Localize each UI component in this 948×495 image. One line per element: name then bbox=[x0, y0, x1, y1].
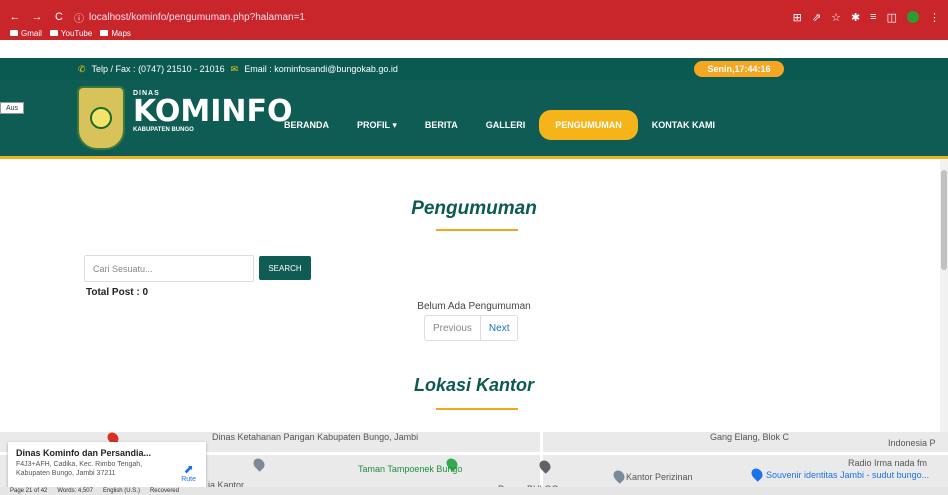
status-bar: Page 21 of 42 Words: 4,507 English (U.S.… bbox=[0, 487, 948, 495]
forward-icon[interactable]: → bbox=[30, 10, 44, 24]
nav-kontak[interactable]: KONTAK KAMI bbox=[638, 114, 729, 136]
extensions-icon[interactable]: ✱ bbox=[851, 11, 860, 24]
page-title: Pengumuman bbox=[411, 198, 537, 219]
map-label: Souvenir identitas Jambi - sudut bungo..… bbox=[766, 470, 930, 480]
reload-icon[interactable]: C bbox=[52, 10, 66, 24]
location-underline bbox=[436, 408, 518, 410]
maps-icon bbox=[100, 30, 109, 36]
search-input[interactable]: Cari Sesuatu... bbox=[84, 255, 254, 282]
empty-message: Belum Ada Pengumuman bbox=[417, 301, 531, 312]
status-page: Page 21 of 42 bbox=[10, 488, 48, 494]
site-header: Aus DINAS KOMINFO KABUPATEN BUNGO BERAND… bbox=[0, 80, 948, 159]
map-label: Radio Irma nada fm bbox=[848, 458, 928, 468]
nav-beranda[interactable]: BERANDA bbox=[270, 114, 343, 136]
logo-crest[interactable] bbox=[77, 86, 125, 150]
browser-toolbar: ← → C ⓘ localhost/kominfo/pengumuman.php… bbox=[0, 8, 948, 26]
reading-list-icon[interactable]: ≡ bbox=[870, 11, 876, 23]
bookmark-star-icon[interactable]: ☆ bbox=[831, 11, 841, 24]
map-label: Dinas Ketahanan Pangan Kabupaten Bungo, … bbox=[212, 432, 419, 442]
map-label: Taman Tampoenek Bungo bbox=[358, 464, 463, 474]
side-tab[interactable]: Aus bbox=[0, 102, 24, 114]
email-icon: ✉ bbox=[230, 63, 239, 74]
bookmark-maps[interactable]: Maps bbox=[100, 29, 131, 38]
address-bar[interactable]: ⓘ localhost/kominfo/pengumuman.php?halam… bbox=[74, 8, 764, 26]
map-label: Indonesia P bbox=[888, 438, 936, 448]
route-label: Rute bbox=[181, 476, 196, 483]
nav-profil[interactable]: PROFIL ▾ bbox=[343, 114, 411, 136]
translate-icon[interactable]: ⊞ bbox=[793, 11, 802, 24]
map-pin-icon[interactable] bbox=[251, 456, 267, 472]
map-label: Kantor Perizinan bbox=[626, 472, 693, 482]
location-title: Lokasi Kantor bbox=[413, 375, 535, 395]
next-button[interactable]: Next bbox=[481, 316, 518, 340]
place-name: Dinas Kominfo dan Persandia... bbox=[16, 448, 152, 458]
info-bar: ✆ Telp / Fax : (0747) 21510 - 21016 ✉ Em… bbox=[0, 58, 948, 80]
bookmark-youtube[interactable]: YouTube bbox=[49, 29, 92, 38]
route-button[interactable]: ⬈ Rute bbox=[181, 462, 196, 483]
scrollbar-thumb[interactable] bbox=[941, 170, 947, 270]
phone-icon: ✆ bbox=[78, 63, 86, 74]
total-post: Total Post : 0 bbox=[86, 287, 149, 298]
directions-icon: ⬈ bbox=[183, 462, 194, 476]
bookmarks-bar: Gmail YouTube Maps bbox=[10, 27, 131, 39]
brand-main: KOMINFO bbox=[133, 94, 293, 129]
main-nav: BERANDA PROFIL ▾ BERITA GALLERI PENGUMUM… bbox=[270, 110, 729, 140]
place-address: F4J3+AFH, Cadika, Kec. Rimbo Tengah, Kab… bbox=[16, 461, 143, 477]
status-words: Words: 4,507 bbox=[57, 488, 93, 494]
youtube-icon bbox=[49, 30, 58, 36]
previous-button[interactable]: Previous bbox=[425, 316, 481, 340]
bookmark-gmail[interactable]: Gmail bbox=[10, 29, 42, 38]
status-lang: English (U.S.) bbox=[102, 488, 140, 494]
share-icon[interactable]: ⇗ bbox=[812, 11, 821, 24]
map-label: Gang Elang, Blok C bbox=[710, 432, 790, 442]
pagination: Previous Next bbox=[424, 315, 519, 341]
menu-icon[interactable]: ⋮ bbox=[929, 11, 940, 24]
contact-email: Email : kominfosandi@bungokab.go.id bbox=[244, 64, 398, 74]
map-pin-icon[interactable] bbox=[611, 468, 627, 484]
status-recovered: Recovered bbox=[149, 488, 179, 494]
sidepanel-icon[interactable]: ◫ bbox=[887, 11, 897, 24]
title-underline bbox=[436, 229, 518, 231]
back-icon[interactable]: ← bbox=[8, 10, 22, 24]
browser-actions: ⊞ ⇗ ☆ ✱ ≡ ◫ ⋮ bbox=[793, 8, 940, 26]
contact-phone: Telp / Fax : (0747) 21510 - 21016 bbox=[91, 64, 225, 74]
nav-berita[interactable]: BERITA bbox=[411, 114, 472, 136]
search-button[interactable]: SEARCH bbox=[259, 256, 311, 280]
profile-avatar[interactable] bbox=[907, 11, 919, 23]
nav-pengumuman[interactable]: PENGUMUMAN bbox=[539, 110, 638, 140]
crest-emblem bbox=[90, 107, 112, 129]
url-text: localhost/kominfo/pengumuman.php?halaman… bbox=[89, 11, 305, 23]
map-pin-shop-icon[interactable] bbox=[749, 466, 765, 482]
date-badge: Senin,17:44:16 bbox=[694, 61, 784, 77]
nav-galleri[interactable]: GALLERI bbox=[472, 114, 540, 136]
info-icon[interactable]: ⓘ bbox=[74, 10, 84, 25]
brand-logo[interactable]: DINAS KOMINFO KABUPATEN BUNGO bbox=[133, 90, 293, 133]
gmail-icon bbox=[10, 30, 18, 36]
contact-info: ✆ Telp / Fax : (0747) 21510 - 21016 ✉ Em… bbox=[78, 64, 398, 75]
vertical-scrollbar[interactable] bbox=[940, 160, 948, 432]
